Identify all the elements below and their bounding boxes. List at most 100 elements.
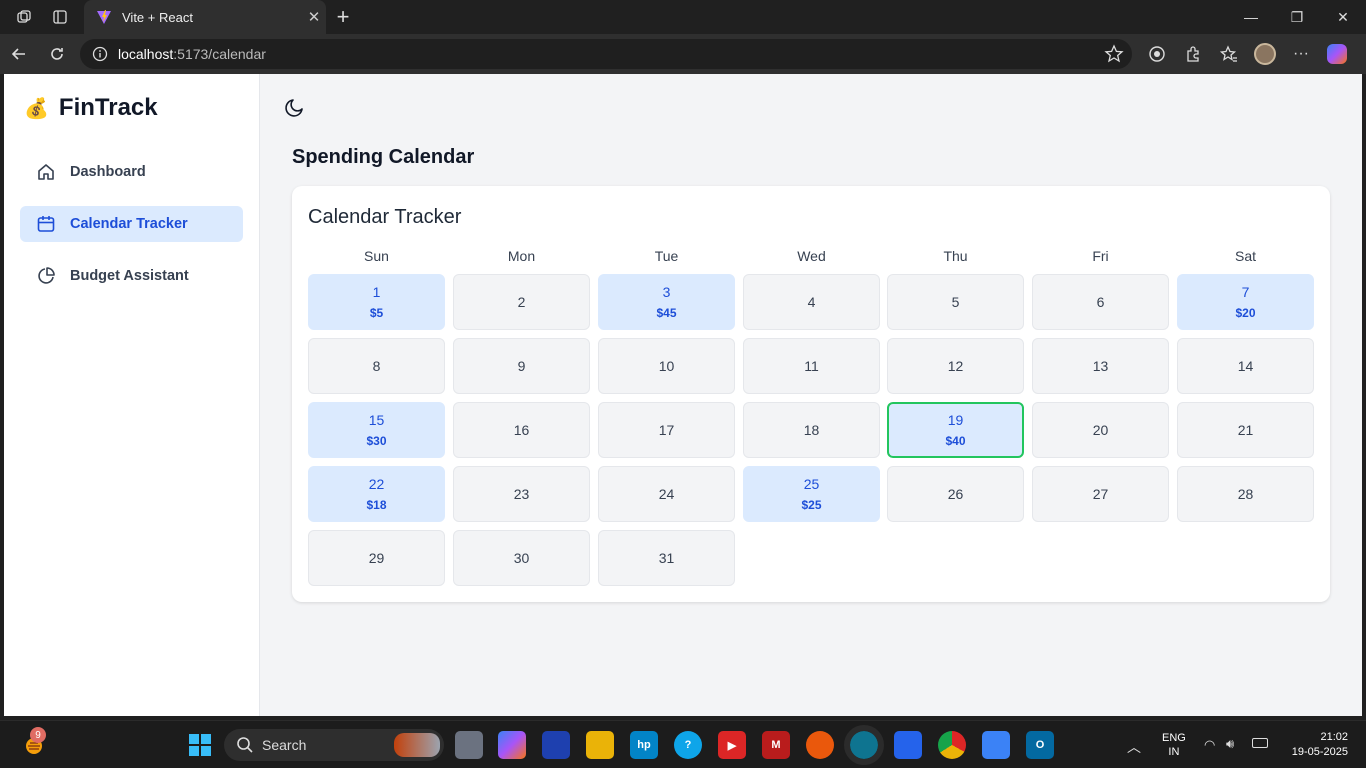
day-number: 27 xyxy=(1092,486,1109,502)
wifi-icon[interactable]: ◠ xyxy=(1204,737,1215,753)
close-window-button[interactable]: ✕ xyxy=(1320,0,1366,34)
firefox-icon[interactable] xyxy=(806,731,834,759)
calendar-day[interactable]: 9 xyxy=(453,338,590,394)
day-number: 6 xyxy=(1096,294,1105,310)
theme-toggle-moon-icon[interactable] xyxy=(284,96,306,123)
day-number: 20 xyxy=(1092,422,1109,438)
nav-label-dashboard: Dashboard xyxy=(70,164,146,180)
calendar-day[interactable]: 21 xyxy=(1177,402,1314,458)
calendar-day[interactable]: 31 xyxy=(598,530,735,586)
nav-item-calendar-tracker[interactable]: Calendar Tracker xyxy=(20,206,243,242)
new-tab-icon[interactable]: + xyxy=(330,4,356,30)
myhp-icon[interactable]: hp xyxy=(630,731,658,759)
calendar-day[interactable]: 30 xyxy=(453,530,590,586)
nav-item-budget-assistant[interactable]: Budget Assistant xyxy=(20,258,243,294)
day-number: 8 xyxy=(372,358,381,374)
calendar-day[interactable]: 28 xyxy=(1177,466,1314,522)
weekday-fri: Fri xyxy=(1092,248,1109,264)
day-number: 28 xyxy=(1237,486,1254,502)
tray-chevron-icon[interactable]: ︿ xyxy=(1127,737,1141,757)
volume-icon[interactable]: 🔊︎ xyxy=(1226,736,1234,752)
calendar-day[interactable]: 25 $25 xyxy=(743,466,880,522)
tab-actions-icon[interactable] xyxy=(48,5,72,29)
calendar-icon xyxy=(37,216,55,232)
help-icon[interactable]: ? xyxy=(674,731,702,759)
calendar-day[interactable]: 4 xyxy=(743,274,880,330)
copilot-icon[interactable] xyxy=(1322,39,1352,69)
outlook-icon[interactable]: O xyxy=(1026,731,1054,759)
tracking-prevention-icon[interactable] xyxy=(1142,39,1172,69)
calendar-day[interactable]: 15 $30 xyxy=(308,402,445,458)
calendar-day[interactable]: 11 xyxy=(743,338,880,394)
calendar-day[interactable]: 8 xyxy=(308,338,445,394)
calendar-day[interactable]: 20 xyxy=(1032,402,1169,458)
nav-label-budget-assistant: Budget Assistant xyxy=(70,268,189,284)
refresh-icon[interactable] xyxy=(42,39,72,69)
calendar-day[interactable]: 23 xyxy=(453,466,590,522)
task-view-icon[interactable] xyxy=(455,731,483,759)
calendar-day[interactable]: 7 $20 xyxy=(1177,274,1314,330)
brand: 💰 FinTrack xyxy=(24,94,158,122)
profile-avatar[interactable] xyxy=(1250,39,1280,69)
region-label: IN xyxy=(1168,746,1180,758)
mcafee-icon[interactable]: M xyxy=(762,731,790,759)
day-number: 9 xyxy=(517,358,526,374)
calendar-day[interactable]: 18 xyxy=(743,402,880,458)
more-options-icon[interactable]: ··· xyxy=(1286,39,1316,69)
close-tab-icon[interactable]: ✕ xyxy=(302,8,326,26)
store-icon[interactable] xyxy=(542,731,570,759)
calendar-day[interactable]: 17 xyxy=(598,402,735,458)
minimize-button[interactable]: — xyxy=(1228,0,1274,34)
calendar-day[interactable]: 6 xyxy=(1032,274,1169,330)
day-number: 12 xyxy=(947,358,964,374)
day-number: 4 xyxy=(807,294,816,310)
day-number: 23 xyxy=(513,486,530,502)
youtube-icon[interactable]: ▶ xyxy=(718,731,746,759)
edge-icon[interactable] xyxy=(844,725,884,765)
favorite-star-icon[interactable] xyxy=(1104,44,1124,64)
calendar-day[interactable]: 24 xyxy=(598,466,735,522)
address-bar[interactable]: localhost:5173/calendar xyxy=(80,39,1132,69)
vscode-icon[interactable] xyxy=(894,731,922,759)
calendar-day[interactable]: 2 xyxy=(453,274,590,330)
calendar-day[interactable]: 10 xyxy=(598,338,735,394)
calendar-day[interactable]: 16 xyxy=(453,402,590,458)
day-number: 5 xyxy=(951,294,960,310)
calendar-day[interactable]: 13 xyxy=(1032,338,1169,394)
url-path: :5173/calendar xyxy=(173,46,266,62)
calendar-day[interactable]: 12 xyxy=(887,338,1024,394)
calendar-day[interactable]: 5 xyxy=(887,274,1024,330)
calendar-day[interactable]: 1 $5 xyxy=(308,274,445,330)
taskbar-search[interactable]: Search xyxy=(224,729,444,761)
copilot-app-icon[interactable] xyxy=(498,731,526,759)
weekday-thu: Thu xyxy=(943,248,968,264)
calendar-day[interactable]: 3 $45 xyxy=(598,274,735,330)
main-content: Spending Calendar Calendar Tracker Sun Mo… xyxy=(260,74,1362,716)
start-icon[interactable] xyxy=(186,731,214,759)
workspaces-icon[interactable] xyxy=(12,5,36,29)
file-explorer-icon[interactable] xyxy=(586,731,614,759)
day-number: 24 xyxy=(658,486,675,502)
back-icon[interactable] xyxy=(4,39,34,69)
calendar-day[interactable]: 14 xyxy=(1177,338,1314,394)
battery-icon[interactable] xyxy=(1252,738,1268,748)
site-info-icon[interactable] xyxy=(92,46,108,62)
language-indicator[interactable]: ENG IN xyxy=(1162,731,1186,759)
calendar-day[interactable]: 29 xyxy=(308,530,445,586)
calendar-day[interactable]: 27 xyxy=(1032,466,1169,522)
clock[interactable]: 21:02 19-05-2025 xyxy=(1284,730,1348,760)
calendar-day[interactable]: 19 $40 xyxy=(887,402,1024,458)
chrome-icon[interactable] xyxy=(938,731,966,759)
widgets-badge: 9 xyxy=(30,727,46,743)
calendar-day[interactable]: 26 xyxy=(887,466,1024,522)
search-icon xyxy=(237,737,253,753)
weekday-tue: Tue xyxy=(654,248,679,264)
favorites-icon[interactable] xyxy=(1214,39,1244,69)
browser-tab[interactable]: Vite + React ✕ xyxy=(84,0,326,34)
calendar-day[interactable]: 22 $18 xyxy=(308,466,445,522)
extensions-icon[interactable] xyxy=(1178,39,1208,69)
nav-item-dashboard[interactable]: Dashboard xyxy=(20,154,243,190)
restore-button[interactable]: ❐ xyxy=(1274,0,1320,34)
photos-icon[interactable] xyxy=(982,731,1010,759)
day-number: 2 xyxy=(517,294,526,310)
